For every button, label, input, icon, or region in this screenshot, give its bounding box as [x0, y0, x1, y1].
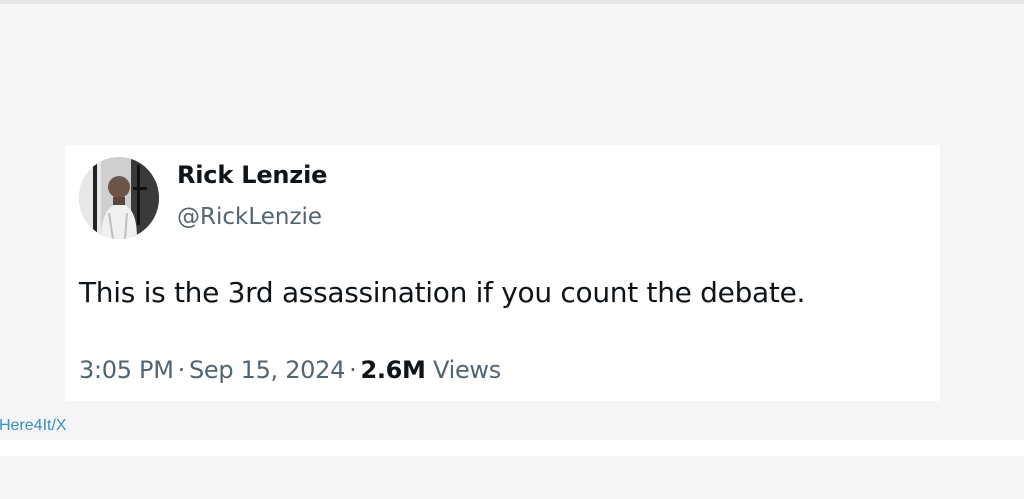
- image-credit-link[interactable]: Here4It/X: [0, 417, 67, 435]
- views-count: 2.6M: [360, 356, 426, 384]
- views-label: Views: [432, 356, 501, 384]
- profile-photo-icon: [79, 157, 159, 239]
- tweet-time[interactable]: 3:05 PM: [79, 356, 174, 384]
- avatar[interactable]: [79, 157, 159, 239]
- tweet-date[interactable]: Sep 15, 2024: [189, 356, 345, 384]
- meta-separator: ·: [177, 356, 186, 384]
- user-handle[interactable]: @RickLenzie: [177, 204, 322, 230]
- section-divider: [0, 440, 1024, 456]
- tweet-meta: 3:05 PM · Sep 15, 2024 · 2.6M Views: [79, 356, 501, 384]
- tweet-text: This is the 3rd assassination if you cou…: [79, 276, 806, 309]
- display-name[interactable]: Rick Lenzie: [177, 161, 327, 189]
- tweet-card[interactable]: Rick Lenzie @RickLenzie This is the 3rd …: [65, 145, 940, 401]
- next-section: [0, 456, 1024, 499]
- meta-separator: ·: [349, 356, 357, 384]
